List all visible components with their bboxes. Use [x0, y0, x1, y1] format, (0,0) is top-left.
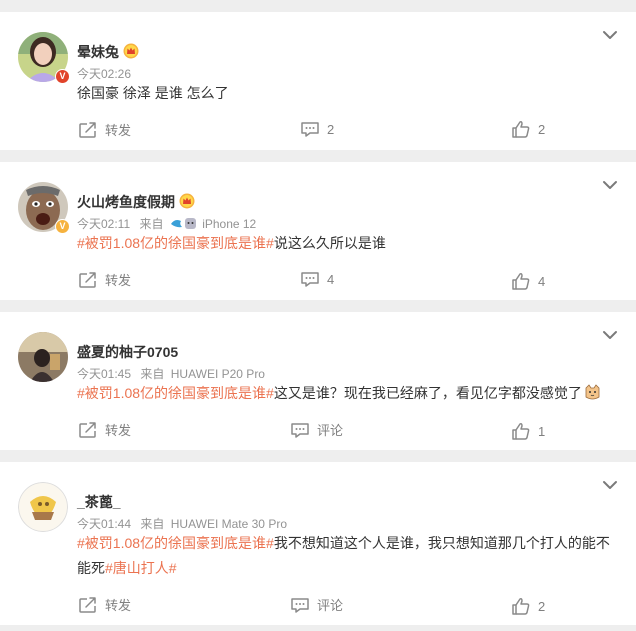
- comment-icon: [300, 270, 320, 288]
- username[interactable]: 火山烤鱼度假期: [77, 192, 195, 212]
- source-prefix: 来自: [139, 217, 164, 231]
- like-count: 4: [538, 273, 546, 289]
- post-time: 今天01:44: [77, 517, 132, 531]
- like-icon: [511, 422, 531, 440]
- like-button[interactable]: 2: [511, 597, 545, 615]
- username[interactable]: _茶蓖_: [77, 492, 121, 512]
- like-button[interactable]: 1: [511, 422, 545, 440]
- comment-button[interactable]: 2: [300, 120, 334, 138]
- post-meta: 今天02:26: [77, 65, 131, 82]
- comment-button[interactable]: 4: [300, 270, 334, 288]
- like-count: 1: [538, 423, 546, 439]
- avatar-image: [18, 332, 68, 382]
- comment-count: 2: [327, 121, 335, 137]
- comment-text: 能死: [77, 560, 105, 576]
- repost-label: 转发: [105, 273, 132, 288]
- source-prefix: 来自: [140, 367, 165, 381]
- like-count: 2: [538, 121, 546, 137]
- comment-button[interactable]: 评论: [290, 595, 343, 614]
- comment-text: 说这么久所以是谁: [273, 235, 386, 251]
- comment-feed: V 晕妹兔 今天02:26 徐国豪 徐泽 是谁 怎么了 转发 2 2 V 火山烤…: [0, 0, 636, 631]
- comment-card: V 晕妹兔 今天02:26 徐国豪 徐泽 是谁 怎么了 转发 2 2: [0, 12, 636, 150]
- comment-card: V 火山烤鱼度假期 今天02:11 来自 iPhone 12 #被罚1.08亿的…: [0, 162, 636, 300]
- repost-button[interactable]: 转发: [78, 420, 131, 439]
- chevron-down-icon[interactable]: [602, 30, 618, 40]
- repost-button[interactable]: 转发: [78, 270, 131, 289]
- repost-button[interactable]: 转发: [78, 120, 131, 139]
- comment-count: 4: [327, 271, 335, 287]
- like-icon: [511, 272, 531, 290]
- like-icon: [511, 597, 531, 615]
- comment-content: #被罚1.08亿的徐国豪到底是谁#这又是谁？现在我已经麻了，看见亿字都没感觉了: [77, 381, 614, 406]
- comment-card: _茶蓖_ 今天01:44 来自 HUAWEI Mate 30 Pro #被罚1.…: [0, 462, 636, 625]
- repost-label: 转发: [105, 423, 132, 438]
- repost-label: 转发: [105, 598, 132, 613]
- post-meta: 今天02:11 来自 iPhone 12: [77, 215, 256, 232]
- comment-icon: [290, 421, 310, 439]
- comment-text: 这又是谁？现在我已经麻了，看见亿字都没感觉了: [273, 385, 582, 401]
- hashtag-link[interactable]: #被罚1.08亿的徐国豪到底是谁#: [77, 535, 274, 551]
- repost-icon: [78, 596, 98, 614]
- like-count: 2: [538, 598, 546, 614]
- source-emoji-icon: [170, 218, 196, 229]
- avatar[interactable]: V: [18, 182, 70, 234]
- username-text[interactable]: 火山烤鱼度假期: [77, 194, 175, 210]
- comment-content: #被罚1.08亿的徐国豪到底是谁#我不想知道这个人是谁，我只想知道那几个打人的能…: [77, 531, 614, 581]
- repost-button[interactable]: 转发: [78, 595, 131, 614]
- post-meta: 今天01:44 来自 HUAWEI Mate 30 Pro: [77, 515, 287, 532]
- repost-icon: [78, 271, 98, 289]
- comment-label: 评论: [317, 598, 344, 613]
- source-device: HUAWEI P20 Pro: [170, 367, 265, 381]
- comment-card: 盛夏的柚子0705 今天01:45 来自 HUAWEI P20 Pro #被罚1…: [0, 312, 636, 450]
- comment-line: 能死#唐山打人#: [77, 556, 614, 581]
- crown-badge-icon: [179, 193, 195, 209]
- source-device: HUAWEI Mate 30 Pro: [170, 517, 287, 531]
- comment-button[interactable]: 评论: [290, 420, 343, 439]
- chevron-down-icon[interactable]: [602, 480, 618, 490]
- post-meta: 今天01:45 来自 HUAWEI P20 Pro: [77, 365, 265, 382]
- chevron-down-icon[interactable]: [602, 180, 618, 190]
- username-text[interactable]: 盛夏的柚子0705: [77, 344, 178, 360]
- comment-content: 徐国豪 徐泽 是谁 怎么了: [77, 81, 614, 106]
- verified-badge-icon: V: [55, 219, 70, 234]
- avatar[interactable]: [18, 332, 68, 382]
- comment-line: #被罚1.08亿的徐国豪到底是谁#我不想知道这个人是谁，我只想知道那几个打人的能…: [77, 531, 614, 556]
- comment-icon: [300, 120, 320, 138]
- comment-text: 徐国豪 徐泽 是谁 怎么了: [77, 85, 229, 101]
- repost-icon: [78, 121, 98, 139]
- username[interactable]: 盛夏的柚子0705: [77, 342, 178, 362]
- like-button[interactable]: 4: [511, 272, 545, 290]
- hashtag-link[interactable]: #被罚1.08亿的徐国豪到底是谁#: [77, 385, 274, 401]
- hashtag-link[interactable]: #被罚1.08亿的徐国豪到底是谁#: [77, 235, 274, 251]
- comment-content: #被罚1.08亿的徐国豪到底是谁#说这么久所以是谁: [77, 231, 614, 256]
- username-text[interactable]: 晕妹兔: [77, 44, 119, 60]
- comment-text: 我不想知道这个人是谁，我只想知道那几个打人的能不: [273, 535, 610, 551]
- post-time: 今天01:45: [77, 367, 132, 381]
- post-time: 今天02:11: [77, 217, 131, 231]
- username[interactable]: 晕妹兔: [77, 42, 139, 62]
- source-device: iPhone 12: [202, 217, 257, 231]
- avatar-image: [18, 482, 68, 532]
- hashtag-link[interactable]: #唐山打人#: [105, 560, 177, 576]
- repost-icon: [78, 421, 98, 439]
- like-button[interactable]: 2: [511, 120, 545, 138]
- like-icon: [511, 120, 531, 138]
- avatar[interactable]: [18, 482, 68, 532]
- username-text[interactable]: _茶蓖_: [77, 494, 121, 510]
- post-time: 今天02:26: [77, 67, 132, 81]
- avatar[interactable]: V: [18, 32, 70, 84]
- source-prefix: 来自: [140, 517, 165, 531]
- crown-badge-icon: [123, 43, 139, 59]
- cat-emoji-icon: [585, 384, 600, 400]
- chevron-down-icon[interactable]: [602, 330, 618, 340]
- comment-icon: [290, 596, 310, 614]
- comment-label: 评论: [317, 423, 344, 438]
- repost-label: 转发: [105, 123, 132, 138]
- verified-badge-icon: V: [55, 69, 70, 84]
